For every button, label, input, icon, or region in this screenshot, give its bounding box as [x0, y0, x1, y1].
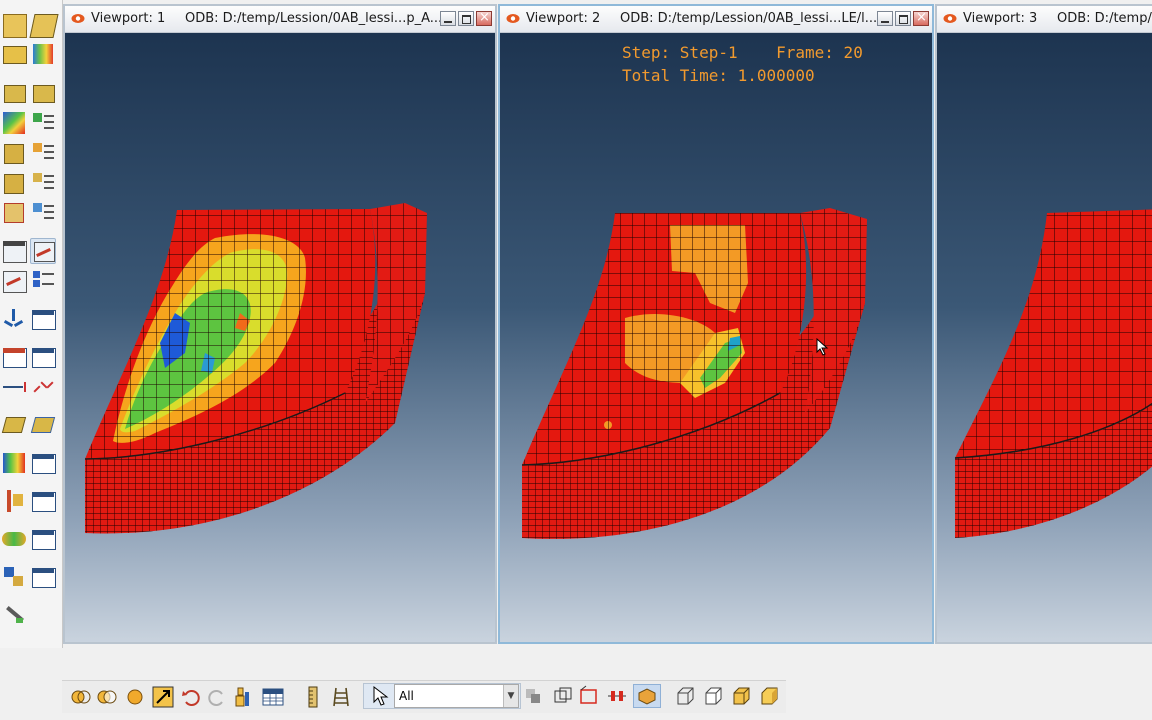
odb-eye-icon	[943, 14, 957, 23]
hidden-line-icon[interactable]	[702, 685, 724, 707]
symbol-options-icon[interactable]	[30, 140, 56, 166]
viewport-2-canvas[interactable]: Step: Step-1 Frame: 20 Total Time: 1.000…	[500, 33, 932, 642]
undo-icon[interactable]	[180, 686, 202, 708]
ruler-icon[interactable]	[302, 686, 324, 708]
free-body-manager-icon[interactable]	[30, 306, 56, 332]
viewport-3-odb-path: ODB: D:/temp/Lession/0AB_lessi...	[1057, 11, 1152, 26]
xy-plot-icon[interactable]	[30, 374, 56, 400]
viewport-1[interactable]: Viewport: 1 ODB: D:/temp/Lession/0AB_les…	[63, 4, 497, 644]
filled-icon[interactable]	[730, 685, 752, 707]
animation-options-icon[interactable]	[30, 238, 56, 264]
odb-eye-icon	[506, 14, 520, 23]
contour-legend-icon[interactable]	[30, 110, 56, 136]
close-icon[interactable]: ×	[913, 10, 929, 26]
viewport-1-canvas[interactable]	[65, 33, 495, 642]
fe-model-3	[954, 209, 1152, 538]
pick-through-icon[interactable]	[606, 685, 628, 707]
viewport-2-odb-path: ODB: D:/temp/Lession/0AB_lessi...LE/l...	[620, 11, 878, 26]
plot-symbols-icon[interactable]	[1, 80, 27, 106]
plot-contours-icon[interactable]	[30, 42, 56, 68]
maximize-icon[interactable]	[458, 11, 474, 26]
table-icon[interactable]	[262, 686, 284, 708]
path-icon[interactable]	[1, 374, 27, 400]
plot-material-orientation-icon[interactable]	[30, 80, 56, 106]
view-pan-icon[interactable]	[96, 686, 118, 708]
plot-deformed-icon[interactable]	[1, 42, 27, 68]
viewport-1-titlebar[interactable]: Viewport: 1 ODB: D:/temp/Lession/0AB_les…	[65, 6, 495, 33]
probe-manager-icon[interactable]	[30, 450, 56, 476]
toolbox-panel	[0, 0, 63, 648]
shaded-select-icon[interactable]	[637, 687, 657, 705]
select-cursor-icon[interactable]	[372, 686, 390, 706]
shaded-icon[interactable]	[758, 685, 780, 707]
stream-plot-icon[interactable]	[1, 526, 27, 552]
probe-values-icon[interactable]	[1, 450, 27, 476]
chevron-down-icon[interactable]: ▼	[503, 685, 518, 707]
fe-model-1	[84, 203, 427, 534]
query-icon[interactable]	[1, 564, 27, 590]
plot-undeformed-icon[interactable]	[29, 12, 59, 38]
mouse-cursor-icon	[816, 338, 829, 356]
stream-manager-icon[interactable]	[30, 526, 56, 552]
viewport-3[interactable]: Viewport: 3 ODB: D:/temp/Lession/0AB_les…	[935, 4, 1152, 644]
cut-plane-icon[interactable]	[1, 488, 27, 514]
view-rotate-icon[interactable]	[70, 686, 92, 708]
viewport-1-odb-path: ODB: D:/temp/Lession/0AB_lessi...p_A...	[185, 11, 443, 26]
auto-fit-icon[interactable]	[124, 686, 146, 708]
xy-data-manager-icon[interactable]	[30, 344, 56, 370]
maximize-icon[interactable]	[895, 11, 911, 26]
contour-options-icon[interactable]	[1, 110, 27, 136]
redo-icon[interactable]	[206, 686, 228, 708]
symbol-plot-icon[interactable]	[1, 140, 27, 166]
odb-eye-icon	[71, 14, 85, 23]
free-body-icon[interactable]	[1, 306, 27, 332]
state-frames-icon[interactable]	[1, 12, 27, 38]
viewport-3-canvas[interactable]	[937, 33, 1152, 642]
selection-filter-select[interactable]: All ▼	[394, 684, 519, 708]
wireframe-icon[interactable]	[674, 685, 696, 707]
orientation-plot-icon[interactable]	[1, 170, 27, 196]
animate-icon[interactable]	[1, 238, 27, 264]
viewport-1-name: Viewport: 1	[91, 11, 166, 26]
close-icon[interactable]: ×	[476, 10, 492, 26]
edit-mesh-icon[interactable]	[1, 602, 27, 628]
viewport-2-name: Viewport: 2	[526, 11, 601, 26]
orientation-options-icon[interactable]	[30, 170, 56, 196]
display-group-manager-icon[interactable]	[30, 412, 56, 438]
superimpose-options-icon[interactable]	[30, 200, 56, 226]
query-manager-icon[interactable]	[30, 564, 56, 590]
box-select-icon[interactable]	[578, 685, 600, 707]
viewport-3-name: Viewport: 3	[963, 11, 1038, 26]
viewport-2-titlebar[interactable]: Viewport: 2 ODB: D:/temp/Lession/0AB_les…	[500, 6, 932, 33]
select-3d-icon[interactable]	[552, 685, 574, 707]
selection-filter-value: All	[399, 689, 414, 703]
view-manager-icon[interactable]	[234, 686, 256, 708]
highlight-icon-frame	[633, 684, 661, 708]
view-cut-manager-icon[interactable]	[30, 488, 56, 514]
fe-model-2	[521, 208, 867, 539]
player-options-icon[interactable]	[30, 268, 56, 294]
viewport-2[interactable]: Viewport: 2 ODB: D:/temp/Lession/0AB_les…	[498, 4, 934, 644]
select-mode-icon[interactable]	[524, 687, 542, 705]
time-history-icon[interactable]	[1, 268, 27, 294]
xy-data-icon[interactable]	[1, 344, 27, 370]
minimize-icon[interactable]	[440, 11, 456, 26]
viewport-3-titlebar[interactable]: Viewport: 3 ODB: D:/temp/Lession/0AB_les…	[937, 6, 1152, 33]
minimize-icon[interactable]	[877, 11, 893, 26]
display-group-icon[interactable]	[1, 412, 27, 438]
cycle-view-icon[interactable]	[152, 686, 174, 708]
ladder-icon[interactable]	[330, 686, 352, 708]
common-options-icon[interactable]	[1, 200, 27, 226]
